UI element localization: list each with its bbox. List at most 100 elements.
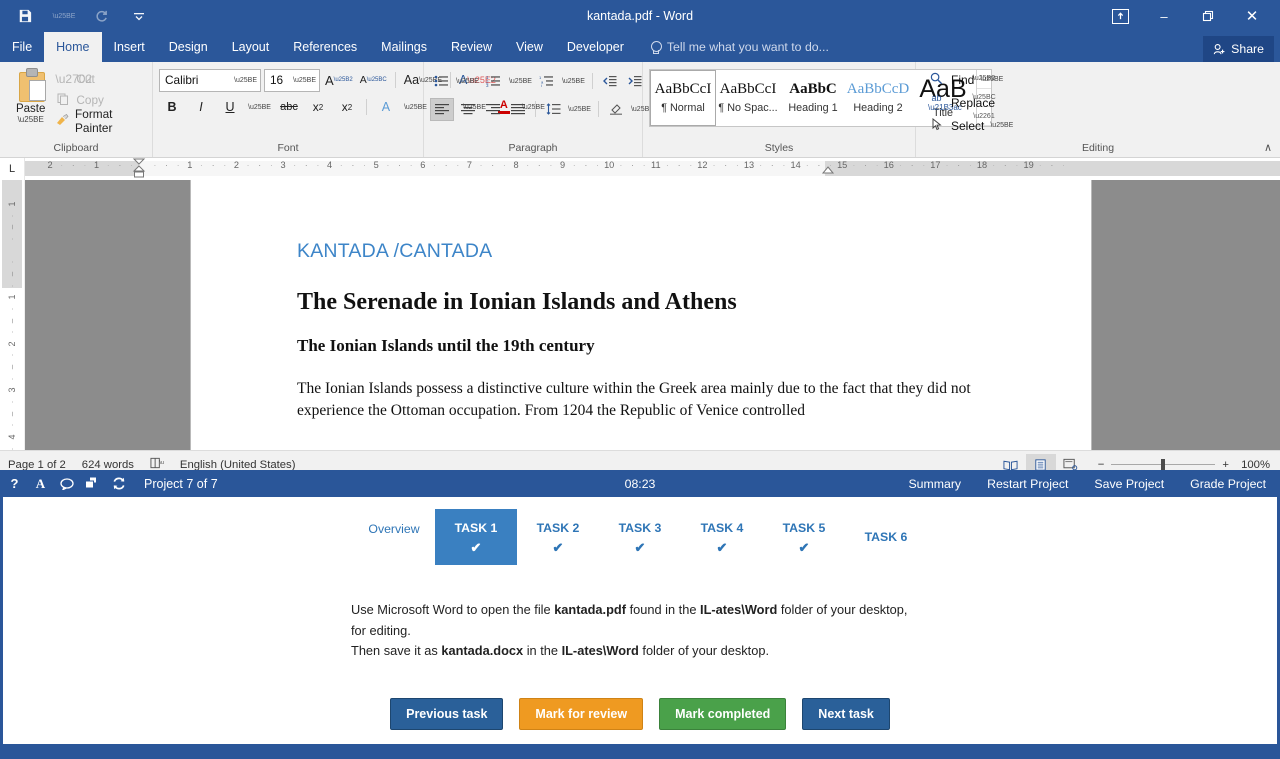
ribbon-display-options-icon[interactable]	[1098, 0, 1142, 32]
zoom-slider[interactable]	[1111, 458, 1216, 471]
tab-design[interactable]: Design	[157, 32, 220, 62]
tab-file[interactable]: File	[0, 32, 45, 62]
horizontal-ruler[interactable]: 2 · · · 1 · · · · · · 1 · · · 2 · · · 3 · · · 4 · · · 5 · · · 6 · · · 7 · · · 8…	[25, 158, 1280, 180]
tab-home[interactable]: Home	[44, 32, 102, 62]
chevron-down-icon[interactable]: \u25BE	[980, 76, 1003, 83]
right-indent-marker[interactable]	[821, 166, 835, 180]
font-size-combobox[interactable]: 16 \u25BE	[264, 68, 320, 92]
task-tab-1[interactable]: TASK 1 ✔	[435, 509, 517, 565]
tab-review[interactable]: Review	[439, 32, 504, 62]
ruler-tick: 13	[743, 160, 755, 170]
task-tab-overview[interactable]: Overview	[353, 509, 435, 578]
refresh-icon[interactable]	[111, 475, 126, 492]
multilevel-dropdown-icon[interactable]: \u25BE	[561, 71, 586, 92]
word-count[interactable]: 624 words	[82, 459, 134, 471]
format-painter-button[interactable]: Format Painter	[55, 107, 146, 135]
previous-task-button[interactable]: Previous task	[390, 698, 504, 731]
zoom-in-button[interactable]: +	[1222, 459, 1229, 471]
task-tab-6[interactable]: TASK 6	[845, 509, 927, 565]
task-tab-2[interactable]: TASK 2 ✔	[517, 509, 599, 565]
tell-me-search[interactable]: Tell me what you want to do...	[650, 32, 829, 62]
numbering-dropdown-icon[interactable]: \u25BE	[508, 71, 533, 92]
grow-font-button[interactable]: A \u25B2	[323, 69, 355, 91]
superscript-button[interactable]: x2	[334, 96, 360, 118]
tab-insert[interactable]: Insert	[102, 32, 157, 62]
group-clipboard: Paste \u25BE \u2702 Cut Copy Format Pain…	[0, 62, 153, 157]
strikethrough-button[interactable]: abc	[276, 96, 302, 118]
chevron-down-icon[interactable]: \u25BE	[18, 116, 44, 124]
task-tab-4[interactable]: TASK 4 ✔	[681, 509, 763, 565]
multilevel-list-button[interactable]: 1ai	[536, 71, 558, 92]
decrease-indent-button[interactable]	[599, 71, 621, 92]
text-effects-button[interactable]: A	[373, 96, 399, 118]
align-center-button[interactable]	[457, 99, 479, 120]
instr-file-target: kantada.docx	[441, 643, 524, 659]
restore-button[interactable]	[1186, 0, 1230, 32]
page-indicator[interactable]: Page 1 of 2	[8, 459, 66, 471]
document-scroll-region[interactable]: KANTADA /CANTADA The Serenade in Ionian …	[25, 180, 1280, 450]
share-button[interactable]: Share	[1203, 36, 1274, 62]
group-label-font: Font	[277, 142, 299, 154]
close-button[interactable]: ✕	[1230, 0, 1274, 32]
tab-developer[interactable]: Developer	[555, 32, 636, 62]
tab-view[interactable]: View	[504, 32, 555, 62]
shading-button[interactable]	[605, 99, 627, 120]
comment-icon[interactable]	[59, 475, 74, 492]
hanging-indent-marker[interactable]	[132, 165, 146, 180]
group-label-styles: Styles	[764, 142, 794, 154]
ruler-dot: ·	[432, 160, 436, 170]
cut-button[interactable]: \u2702 Cut	[55, 70, 146, 88]
find-button[interactable]: Find \u25BE	[928, 69, 1013, 90]
collapse-ribbon-icon[interactable]: ∧	[1264, 141, 1272, 154]
replace-button[interactable]: ab \u21B3ac Replace	[928, 92, 1013, 113]
font-name-combobox[interactable]: Calibri \u25BE	[159, 68, 261, 92]
mark-for-review-button[interactable]: Mark for review	[519, 698, 644, 731]
tab-mailings[interactable]: Mailings	[369, 32, 439, 62]
line-spacing-dropdown-icon[interactable]: \u25BE	[567, 99, 592, 120]
chevron-down-icon[interactable]: \u25BE	[990, 122, 1013, 129]
numbering-button[interactable]: 123	[483, 71, 505, 92]
mark-completed-button[interactable]: Mark completed	[659, 698, 787, 731]
check-icon: ✔	[716, 539, 728, 555]
document-page[interactable]: KANTADA /CANTADA The Serenade in Ionian …	[191, 180, 1091, 450]
tab-layout[interactable]: Layout	[220, 32, 282, 62]
zoom-out-button[interactable]: −	[1098, 459, 1105, 471]
underline-button[interactable]: U	[217, 96, 243, 118]
chevron-down-icon[interactable]: \u25BE	[234, 77, 257, 84]
italic-button[interactable]: I	[188, 96, 214, 118]
bold-button[interactable]: B	[159, 96, 185, 118]
bullets-dropdown-icon[interactable]: \u25BE	[455, 71, 480, 92]
tab-stop-selector[interactable]: L	[0, 158, 25, 180]
task-tab-3[interactable]: TASK 3 ✔	[599, 509, 681, 565]
grade-project-button[interactable]: Grade Project	[1190, 477, 1266, 491]
minimize-button[interactable]: –	[1142, 0, 1186, 32]
style-no-spacing[interactable]: AaBbCcI ¶ No Spac...	[716, 70, 781, 126]
chevron-down-icon[interactable]: \u25BE	[293, 77, 316, 84]
ruler-dot: –	[7, 411, 17, 416]
help-icon[interactable]: ?	[7, 475, 22, 492]
paste-button[interactable]: Paste \u25BE	[6, 66, 55, 124]
underline-dropdown-icon[interactable]: \u25BE	[246, 96, 273, 118]
task-tab-5[interactable]: TASK 5 ✔	[763, 509, 845, 565]
align-left-button[interactable]	[430, 97, 454, 121]
vertical-ruler[interactable]: 1–··–··1–··2–··3–··4–··	[0, 180, 25, 450]
justify-button[interactable]	[507, 99, 529, 120]
align-right-button[interactable]	[482, 99, 504, 120]
next-task-button[interactable]: Next task	[802, 698, 890, 731]
bullets-button[interactable]	[430, 71, 452, 92]
font-icon[interactable]: A	[33, 475, 48, 492]
tab-references[interactable]: References	[281, 32, 369, 62]
line-spacing-button[interactable]	[542, 99, 564, 120]
zoom-level[interactable]: 100%	[1236, 459, 1270, 471]
subscript-button[interactable]: x2	[305, 96, 331, 118]
style-normal[interactable]: AaBbCcI ¶ Normal	[650, 70, 716, 126]
style-heading-2[interactable]: AaBbCcD Heading 2	[846, 70, 911, 126]
shrink-font-button[interactable]: A \u25BC	[358, 69, 389, 91]
language-indicator[interactable]: English (United States)	[180, 459, 296, 471]
select-button[interactable]: Select \u25BE	[928, 115, 1013, 136]
style-heading-1[interactable]: AaBbC Heading 1	[781, 70, 846, 126]
summary-button[interactable]: Summary	[908, 477, 961, 491]
windows-icon[interactable]	[85, 475, 100, 492]
restart-project-button[interactable]: Restart Project	[987, 477, 1068, 491]
save-project-button[interactable]: Save Project	[1094, 477, 1164, 491]
